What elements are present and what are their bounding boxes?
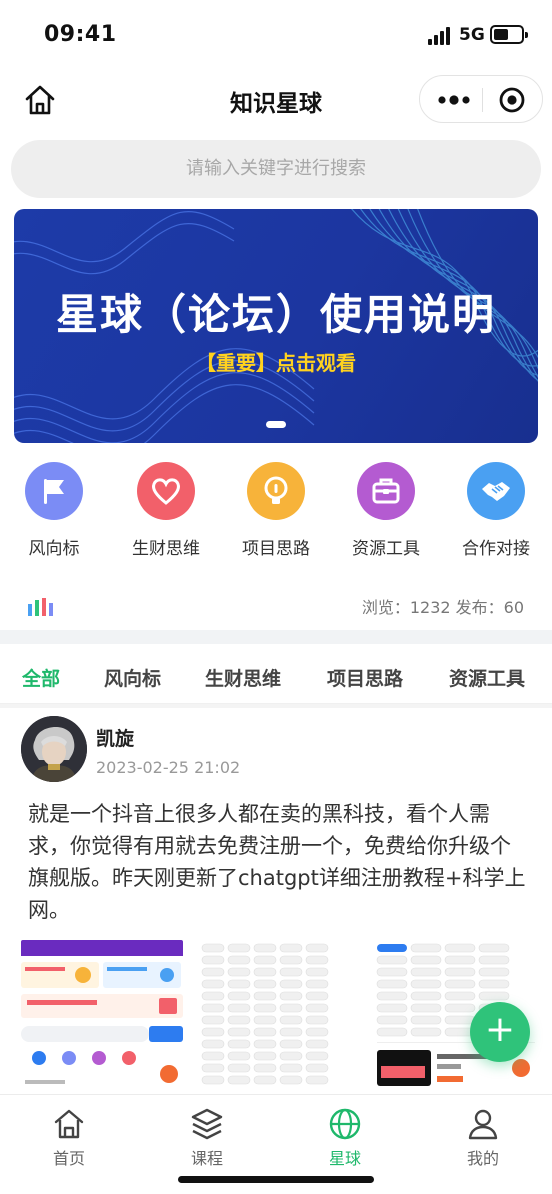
mini-program-capsule xyxy=(419,75,543,123)
category-shengcaisiwei[interactable]: 生财思维 xyxy=(116,462,216,559)
tab-shengcaisiwei[interactable]: 生财思维 xyxy=(205,664,281,691)
post-image[interactable] xyxy=(198,940,360,1092)
avatar-image xyxy=(21,716,87,782)
tabbar-home[interactable]: 首页 xyxy=(19,1107,119,1169)
tab-fengxiangbiao[interactable]: 风向标 xyxy=(104,664,161,691)
globe-icon xyxy=(329,1108,361,1140)
lightbulb-icon xyxy=(264,476,288,504)
create-post-button[interactable]: + xyxy=(470,1002,530,1062)
post-image[interactable] xyxy=(21,940,183,1092)
heart-icon xyxy=(152,478,180,505)
more-dots-icon xyxy=(438,95,470,105)
category-grid: 风向标 生财思维 项目思路 资源工具 合作对接 xyxy=(0,462,552,562)
status-time: 09:41 xyxy=(44,22,117,47)
tabbar-courses[interactable]: 课程 xyxy=(157,1107,257,1169)
capsule-divider xyxy=(482,88,483,112)
post-image-thumbnail-1 xyxy=(21,940,183,1092)
category-hezuoduijie[interactable]: 合作对接 xyxy=(446,462,546,559)
category-tabs: 全部 风向标 生财思维 项目思路 资源工具 xyxy=(0,650,552,704)
battery-icon xyxy=(490,25,528,44)
tab-ziyuangongju[interactable]: 资源工具 xyxy=(449,664,525,691)
post-author[interactable]: 凯旋 xyxy=(96,724,134,751)
post-image-thumbnail-2 xyxy=(198,940,360,1092)
status-bar: 09:41 5G xyxy=(0,0,552,70)
section-divider xyxy=(0,630,552,644)
plus-icon: + xyxy=(484,1009,516,1050)
category-circle xyxy=(357,462,415,520)
category-label: 生财思维 xyxy=(132,539,200,559)
toolbox-icon xyxy=(372,478,400,504)
tabbar-label: 我的 xyxy=(466,1149,499,1168)
tabbar-label: 课程 xyxy=(190,1149,223,1168)
handshake-icon xyxy=(482,482,510,501)
category-label: 资源工具 xyxy=(352,539,420,559)
feed-divider xyxy=(0,704,552,708)
more-button[interactable] xyxy=(434,87,474,113)
tabbar-label: 首页 xyxy=(52,1149,85,1168)
stats-row: 浏览：1232 发布：60 xyxy=(0,590,552,622)
category-circle xyxy=(25,462,83,520)
stats-text: 浏览：1232 发布：60 xyxy=(361,598,524,617)
search-input[interactable]: 请输入关键字进行搜索 xyxy=(11,140,541,198)
category-circle xyxy=(467,462,525,520)
tabbar-label: 星球 xyxy=(328,1149,361,1168)
banner-title: 星球（论坛）使用说明 xyxy=(55,290,496,339)
signal-icon xyxy=(428,27,454,45)
nav-bar: 知识星球 xyxy=(0,70,552,130)
tabbar-planet[interactable]: 星球 xyxy=(295,1107,395,1169)
flag-icon xyxy=(44,479,64,504)
category-circle xyxy=(247,462,305,520)
category-xiangmusilu[interactable]: 项目思路 xyxy=(226,462,326,559)
post-content[interactable]: 就是一个抖音上很多人都在卖的黑科技，看个人需求，你觉得有用就去免费注册一个，免费… xyxy=(28,798,528,926)
home-indicator xyxy=(178,1176,374,1183)
carousel-indicator xyxy=(266,421,286,428)
bar-chart-icon xyxy=(28,598,53,616)
post-time: 2023-02-25 21:02 xyxy=(96,758,241,777)
tab-all[interactable]: 全部 xyxy=(22,664,60,691)
banner[interactable]: 星球（论坛）使用说明 【重要】点击观看 xyxy=(14,209,538,443)
user-icon xyxy=(468,1109,498,1140)
category-label: 合作对接 xyxy=(462,539,530,559)
category-label: 风向标 xyxy=(28,539,80,559)
tabbar-profile[interactable]: 我的 xyxy=(433,1107,533,1169)
category-circle xyxy=(137,462,195,520)
tab-xiangmusilu[interactable]: 项目思路 xyxy=(327,664,403,691)
category-fengxiangbiao[interactable]: 风向标 xyxy=(4,462,104,559)
network-label: 5G xyxy=(459,25,485,45)
category-label: 项目思路 xyxy=(242,539,310,559)
home-icon xyxy=(54,1109,84,1139)
target-icon xyxy=(499,87,525,113)
category-ziyuangongju[interactable]: 资源工具 xyxy=(336,462,436,559)
banner-subtitle: 【重要】点击观看 xyxy=(196,351,356,375)
close-mini-program-button[interactable] xyxy=(498,86,526,114)
avatar[interactable] xyxy=(21,716,87,782)
layers-icon xyxy=(191,1108,223,1140)
